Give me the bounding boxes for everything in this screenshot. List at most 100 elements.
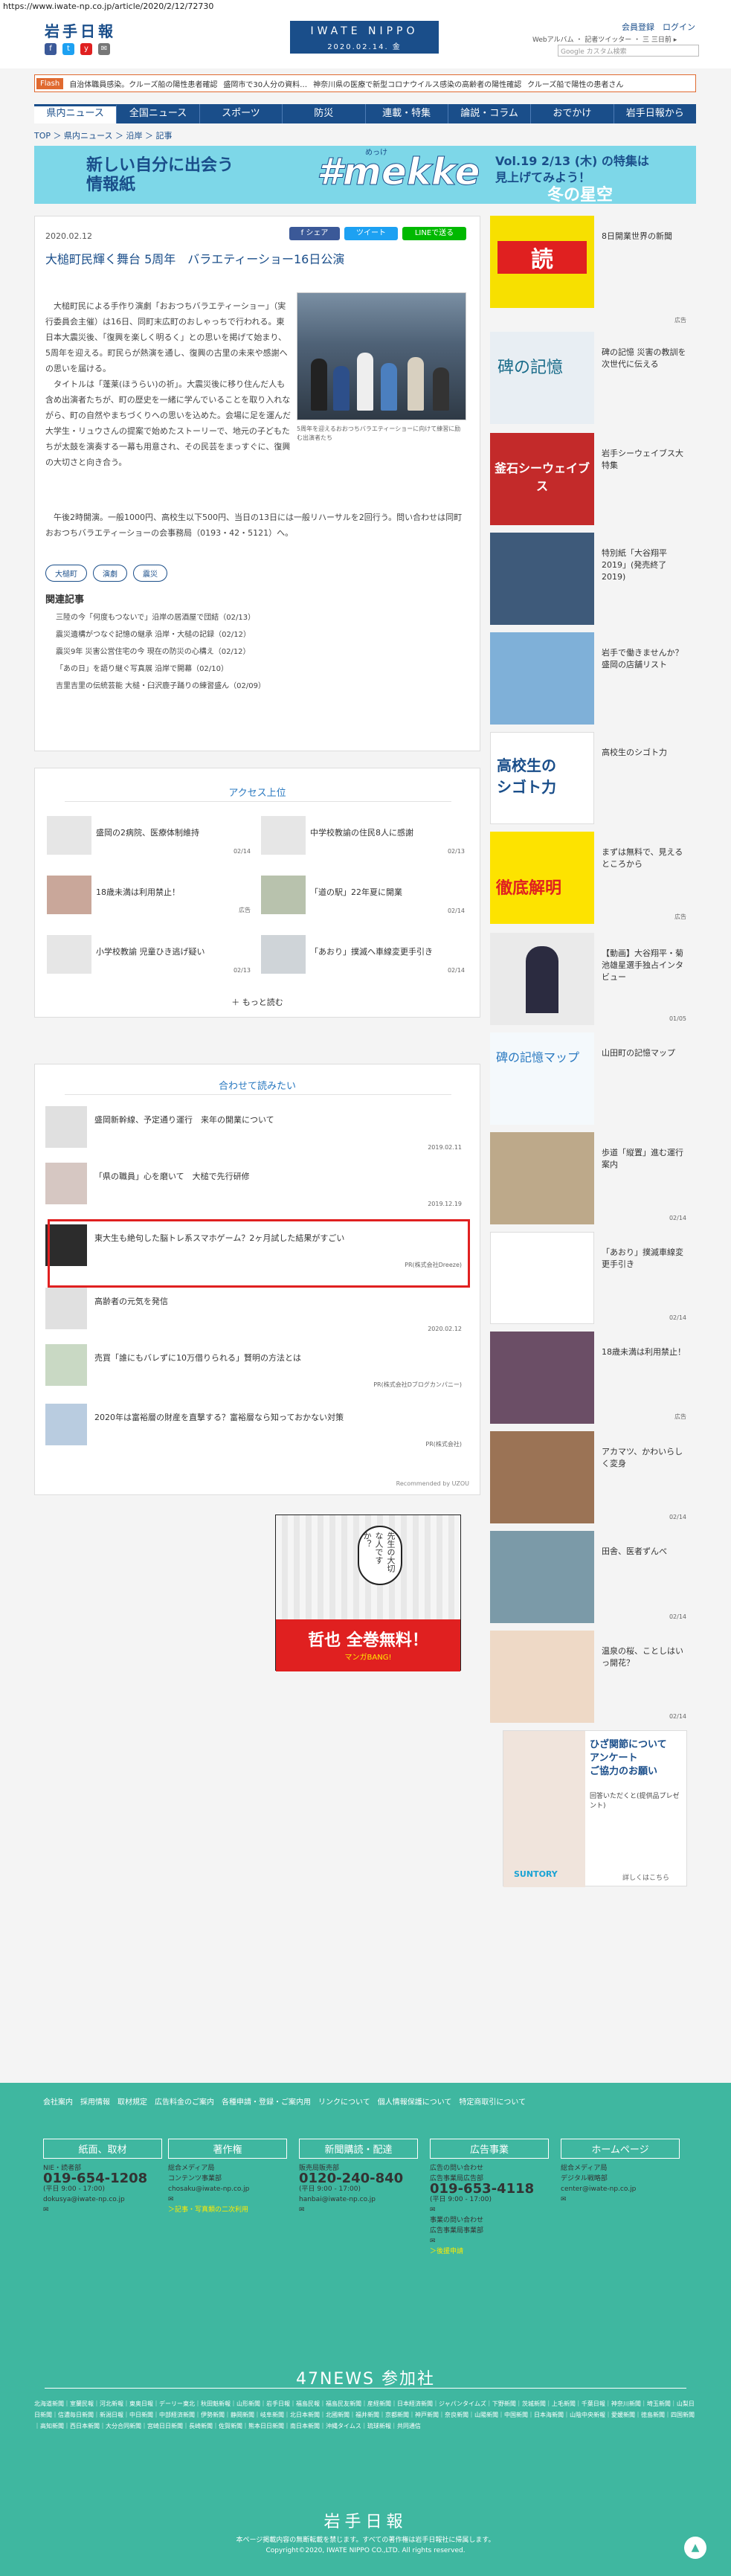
facebook-icon[interactable]: f [45, 43, 57, 55]
more-button[interactable]: ＋ もっと読む [35, 996, 480, 1008]
sidebar-item[interactable]: 【動画】大谷翔平・菊池雄星選手独占インタビュー 01/05 [490, 933, 686, 1025]
url-bar[interactable]: https://www.iwate-np.co.jp/article/2020/… [0, 0, 731, 13]
brand-box[interactable]: IWATE NIPPO 2020.02.14. 金 [290, 21, 439, 54]
thumbnail [47, 876, 91, 914]
nav-sports[interactable]: スポーツ [200, 104, 283, 123]
nav-national-news[interactable]: 全国ニュース [117, 104, 200, 123]
suntory-ad[interactable]: ひざ関節について アンケート ご協力のお願い 回答いただくと(提供品プレゼント) S… [503, 1730, 687, 1887]
sidebar-item[interactable]: 読 8日開業世界の新聞 広告 [490, 216, 686, 327]
nav-columns[interactable]: 論説・コラム [448, 104, 532, 123]
sidebar-item[interactable]: 18歳未満は利用禁止！ 広告 [490, 1332, 686, 1424]
line-share-button[interactable]: LINEで送る [402, 227, 466, 240]
article-date: 2020.02.12 [45, 231, 92, 241]
recommend-item[interactable]: 高齢者の元気を発信 2020.02.12 [45, 1288, 462, 1332]
footer-links[interactable]: 会社案内 採用情報 取材規定 広告料金のご案内 各種申請・登録・ご案内用 リンク… [43, 2095, 675, 2111]
sidebar-text: 8日開業世界の新聞 [602, 231, 672, 241]
nav-features[interactable]: 連載・特集 [366, 104, 448, 123]
ad-detail-link[interactable]: 詳しくはこちら [622, 1872, 669, 1882]
scroll-top-button[interactable]: ▲ [684, 2537, 706, 2559]
recommend-item[interactable]: 売買「誰にもバレずに10万借りられる」賢明の方法とは PR(株式会社Dブログカンパ… [45, 1344, 462, 1389]
recommend-item[interactable]: 盛岡新幹線、予定通り運行 来年の開業について 2019.02.11 [45, 1106, 462, 1151]
email-link[interactable]: center@iwate-np.co.jp [561, 2184, 680, 2194]
ranking-item[interactable]: 「あおり」撲滅へ車線変更手引き 02/14 [261, 935, 469, 974]
phone-number[interactable]: 0120-240-840 [299, 2172, 418, 2185]
email-link[interactable]: dokusya@iwate-np.co.jp [43, 2194, 162, 2205]
ranking-text: 盛岡の2病院、医療体制維持 [96, 828, 199, 838]
ranking-item[interactable]: 盛岡の2病院、医療体制維持 02/14 [47, 816, 255, 855]
article-photo[interactable] [297, 292, 466, 420]
related-link[interactable]: 震災9年 災害公営住宅の今 現在の防災の心構え（02/12） [56, 643, 265, 661]
search-input[interactable]: Google カスタム検索 [558, 45, 699, 57]
related-heading: 関連記事 [45, 594, 85, 606]
phone-number[interactable]: 019-654-1208 [43, 2172, 162, 2185]
sidebar-item[interactable]: 田舎、医者ずんべ 02/14 [490, 1531, 686, 1623]
ranking-text: 中学校教諭の住民8人に感謝 [310, 828, 413, 838]
youtube-icon[interactable]: y [80, 43, 92, 55]
flash-item[interactable]: 神奈川県の医療で新型コロナウイルス感染の高齢者の陽性確認 [313, 78, 521, 89]
sidebar-item[interactable]: 岩手で働きませんか？盛岡の店舗リスト [490, 632, 686, 725]
manga-sub: マンガBANG! [344, 1654, 392, 1662]
sidebar-item[interactable]: 碑の記憶マップ 山田町の記憶マップ [490, 1032, 686, 1125]
sidebar-text: 温泉の桜、ことしはいっ開花？ [602, 1646, 683, 1668]
banner-vol: Vol.19 2/13 (木) の特集は [495, 154, 649, 168]
phone-number[interactable]: 019-653-4118 [430, 2182, 549, 2196]
twitter-icon[interactable]: t [62, 43, 74, 55]
secondary-use-link[interactable]: ＞記事・写真類の二次利用 [168, 2205, 287, 2215]
sidebar-item[interactable]: 徹底解明 まずは無料で、見えるところから 広告 [490, 832, 686, 924]
recommend-item[interactable]: 「県の職員」心を磨いて 大槌で先行研修 2019.12.19 [45, 1163, 462, 1207]
sidebar-item[interactable]: 高校生の シゴト力 高校生のシゴト力 [490, 732, 686, 824]
powered-by[interactable]: Recommended by UZOU [396, 1480, 469, 1487]
footer-col-subscription: 新聞購読・配達 販売局販売部 0120-240-840 (平日 9:00 - 17:… [299, 2139, 418, 2215]
sidebar-date: 01/05 [669, 1015, 686, 1022]
ranking-item[interactable]: 「道の駅」22年夏に開業 02/14 [261, 876, 469, 914]
sidebar-item[interactable]: アカマツ、かわいらしく変身 02/14 [490, 1431, 686, 1523]
nav-outings[interactable]: おでかけ [531, 104, 614, 123]
email-link[interactable]: hanbai@iwate-np.co.jp [299, 2194, 418, 2205]
ranking-item[interactable]: 中学校教諭の住民8人に感謝 02/13 [261, 816, 469, 855]
tag-theatre[interactable]: 演劇 [93, 565, 127, 582]
sidebar-item[interactable]: 「あおり」撲滅車線変更手引き 02/14 [490, 1232, 686, 1324]
flash-item[interactable]: クルーズ船で陽性の患者さん [527, 78, 623, 89]
footer-logo[interactable]: 岩手日報 [0, 2508, 731, 2532]
footer-text: コンテンツ事業部 [168, 2175, 222, 2182]
manga-ad[interactable]: 先生の大切な人ですか？ 哲也 全巻無料！ マンガBANG! [275, 1515, 461, 1671]
related-link[interactable]: 震災遺構がつなぐ記憶の継承 沿岸・大槌の記録（02/12） [56, 626, 265, 643]
related-link[interactable]: 三陸の今「何度もつないで」沿岸の居酒屋で団結（02/13） [56, 609, 265, 626]
tweet-button[interactable]: ツイート [344, 227, 398, 240]
tag-ootsuchi[interactable]: 大槌町 [45, 565, 87, 582]
recommend-text: 高齢者の元気を発信 [94, 1297, 168, 1306]
sidebar-text: まずは無料で、見えるところから [602, 847, 683, 869]
tag-disaster[interactable]: 震災 [133, 565, 167, 582]
flash-item[interactable]: 自治体職員感染。クルーズ船の陽性患者確認 [69, 78, 217, 89]
sidebar-item[interactable]: 特別紙「大谷翔平2019」(発売終了2019) [490, 533, 686, 625]
sidebar-item[interactable]: 釜石シーウェイブス 岩手シーウェイブス大特集 [490, 433, 686, 525]
thumbnail [47, 816, 91, 855]
ranking-item[interactable]: 18歳未満は利用禁止！ 広告 [47, 876, 255, 914]
related-link[interactable]: 吉里吉里の伝統芸能 大槌・臼沢鹿子踊りの練習盛ん（02/09） [56, 678, 265, 695]
flash-item[interactable]: 盛岡市で30人分の資料… [223, 78, 307, 89]
facebook-share-button[interactable]: f シェア [289, 227, 340, 240]
sidebar-item[interactable]: 歩道「縦置」進む運行案内 02/14 [490, 1132, 686, 1224]
sub-links[interactable]: Webアルバム ・ 記者ツイッター ・ 三 三日前 ▸ [532, 34, 677, 44]
sidebar-item[interactable]: 温泉の桜、ことしはいっ開花？ 02/14 [490, 1631, 686, 1723]
mail-icon: ✉ [168, 2196, 174, 2203]
sidebar-item[interactable]: 碑の記憶 碑の記憶 災害の教訓を次世代に伝える [490, 332, 686, 424]
partner-papers[interactable]: 北海道新聞｜室蘭民報｜河北新報｜東奥日報｜デーリー東北｜秋田魁新報｜山形新聞｜岩… [34, 2398, 696, 2432]
sponsorship-link[interactable]: ＞後援申請 [430, 2246, 549, 2257]
ad-line2: アンケート [590, 1753, 638, 1764]
email-link[interactable]: chosaku@iwate-np.co.jp [168, 2184, 287, 2194]
mekke-banner[interactable]: 新しい自分に出会う 情報紙 めっけ #mekke Vol.19 2/13 (木) … [34, 146, 696, 204]
recommend-title: 合わせて読みたい [218, 1081, 296, 1092]
nav-disaster[interactable]: 防災 [283, 104, 366, 123]
footer-text: デジタル戦略部 [561, 2175, 608, 2182]
breadcrumb[interactable]: TOP ＞ 県内ニュース ＞ 沿岸 ＞ 記事 [34, 129, 172, 141]
user-links[interactable]: 会員登録 ログイン [622, 21, 695, 33]
nav-from-nippo[interactable]: 岩手日報から [614, 104, 696, 123]
related-link[interactable]: 「あの日」を語り継ぐ写真展 沿岸で開幕（02/10） [56, 661, 265, 678]
recommend-item[interactable]: 2020年は富裕層の財産を直撃する？富裕層なら知っておかない対策 PR(株式会社) [45, 1404, 462, 1448]
site-logo[interactable]: 岩手日報 [45, 19, 116, 41]
ranking-item[interactable]: 小学校教諭 児童ひき逃げ疑い 02/13 [47, 935, 255, 974]
tag-list: 大槌町 演劇 震災 [45, 565, 167, 582]
mail-icon[interactable]: ✉ [98, 43, 110, 55]
nav-local-news[interactable]: 県内ニュース [34, 104, 117, 123]
